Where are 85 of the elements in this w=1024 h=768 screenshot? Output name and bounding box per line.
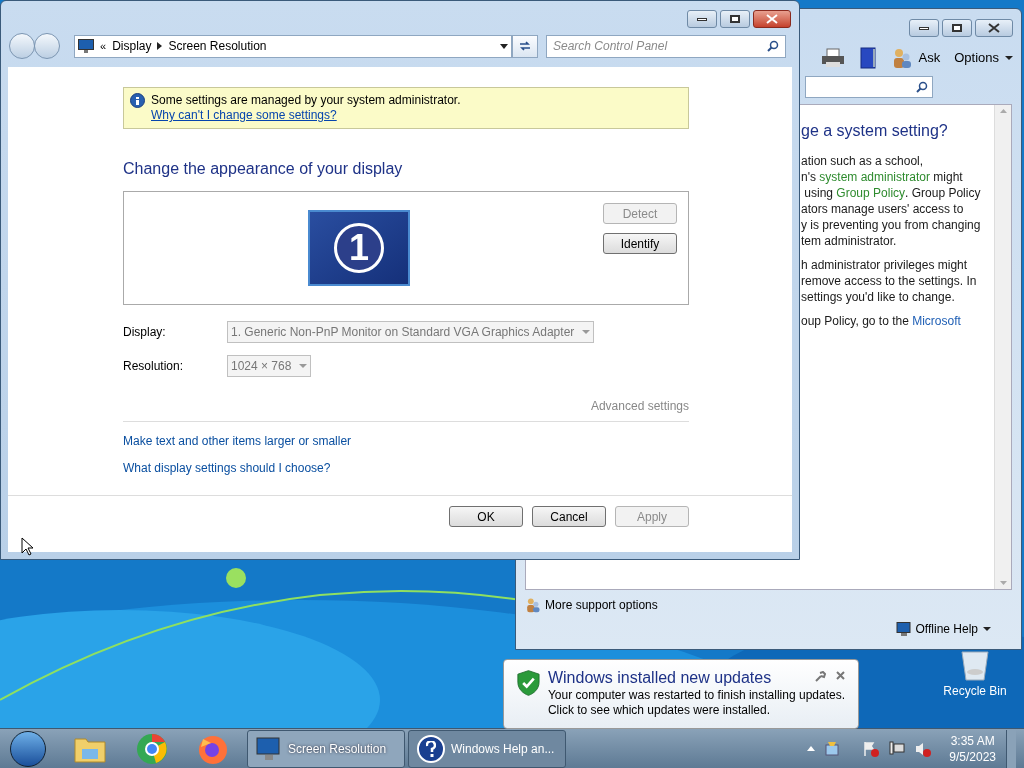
- close-icon[interactable]: [836, 671, 845, 680]
- desktop-icon-label[interactable]: Recycle Bin: [943, 682, 1007, 700]
- help-text: . Group Policy: [905, 185, 981, 201]
- caret-icon[interactable]: [500, 43, 508, 49]
- show-desktop-button[interactable]: [1006, 729, 1016, 768]
- caret-icon: [582, 330, 591, 334]
- help-search-field[interactable]: [805, 76, 933, 98]
- printer-icon[interactable]: [820, 48, 845, 68]
- ok-button[interactable]: OK: [449, 506, 523, 527]
- help-text: h administrator privileges might: [801, 257, 968, 273]
- network-icon[interactable]: [889, 740, 906, 757]
- help-link[interactable]: Microsoft: [912, 313, 961, 329]
- breadcrumb-overflow[interactable]: «: [100, 37, 107, 55]
- caret-icon: [1005, 56, 1013, 60]
- notification-text: Click to see which updates were installed.: [547, 703, 772, 718]
- settings-link[interactable]: Make text and other items larger or smaller: [123, 432, 352, 450]
- support-link[interactable]: More support options: [545, 596, 658, 614]
- maximize-button[interactable]: [720, 10, 750, 28]
- show-hidden-icons[interactable]: [807, 746, 816, 751]
- minimize-button[interactable]: [687, 10, 717, 28]
- refresh-button[interactable]: [512, 34, 538, 58]
- update-icon[interactable]: [825, 741, 840, 756]
- advanced-settings-link[interactable]: Advanced settings: [590, 397, 689, 415]
- wrench-icon[interactable]: [815, 671, 826, 682]
- shield-icon: [517, 668, 540, 698]
- notification-text: Your computer was restarted to finish installing updates.: [547, 688, 845, 703]
- forward-button[interactable]: [34, 33, 60, 59]
- book-icon[interactable]: [858, 47, 877, 69]
- breadcrumb-item[interactable]: Screen Resolution: [168, 37, 267, 55]
- info-icon: [130, 93, 145, 108]
- field-label: Display:: [123, 324, 167, 341]
- help-text: might: [932, 169, 963, 185]
- section-heading: Change the appearance of your display: [123, 159, 404, 179]
- offline-help-menu[interactable]: Offline Help: [915, 620, 978, 638]
- help-link[interactable]: Why can't I change some settings?: [151, 108, 461, 123]
- help-text: y is preventing you from changing: [801, 217, 981, 233]
- search-icon: [767, 40, 779, 52]
- cancel-button[interactable]: Cancel: [532, 506, 606, 527]
- browser-icon[interactable]: [136, 732, 168, 765]
- minimize-button[interactable]: [909, 19, 939, 37]
- help-text: ation such as a school,: [801, 153, 924, 169]
- notification-balloon[interactable]: Windows installed new updates Your computer was restarted to finish installing updates. Click to see which updates were installed.: [503, 659, 859, 729]
- help-heading: ge a system setting?: [801, 123, 949, 139]
- search-icon: [916, 81, 928, 93]
- options-button[interactable]: Options: [954, 48, 999, 68]
- clock-date[interactable]: 9/5/2023: [949, 748, 996, 765]
- breadcrumb-item[interactable]: Display: [112, 37, 152, 55]
- maximize-button[interactable]: [942, 19, 972, 37]
- help-text: settings you'd like to change.: [801, 289, 955, 305]
- address-bar[interactable]: « Display Screen Resolution: [74, 34, 512, 58]
- close-button[interactable]: [975, 19, 1013, 37]
- help-text: tem administrator.: [801, 233, 897, 249]
- help-icon: [417, 734, 445, 763]
- monitor-icon: [256, 736, 282, 761]
- caret-icon: [299, 364, 308, 368]
- taskbar-button[interactable]: Windows Help an...: [408, 729, 566, 768]
- monitor-icon: [78, 39, 94, 53]
- notification-title: Windows installed new updates: [547, 668, 772, 688]
- refresh-icon: [518, 40, 532, 52]
- search-field[interactable]: Search Control Panel: [546, 34, 786, 58]
- field-label: Resolution:: [123, 358, 185, 375]
- monitor-icon: [894, 622, 911, 636]
- help-text: remove access to the settings. In: [801, 273, 977, 289]
- chevron-right-icon: [157, 42, 163, 50]
- help-text: ators manage users' access to: [801, 201, 964, 217]
- mute-icon[interactable]: [915, 740, 932, 757]
- start-button[interactable]: [10, 730, 46, 767]
- people-icon: [525, 597, 541, 613]
- notice-text: Some settings are managed by your system administrator.: [151, 93, 461, 108]
- close-icon: [988, 23, 1000, 33]
- caret-icon: [983, 627, 991, 631]
- back-button[interactable]: [9, 33, 35, 59]
- help-link[interactable]: system administrator: [819, 169, 930, 185]
- identify-button[interactable]: Identify: [603, 233, 677, 254]
- help-text: oup Policy, go to the: [801, 313, 910, 329]
- flag-error-icon[interactable]: [863, 740, 880, 757]
- close-icon: [766, 14, 778, 24]
- help-text: using: [803, 185, 835, 201]
- help-text: n's: [801, 169, 817, 185]
- ask-button[interactable]: Ask: [918, 48, 941, 68]
- monitor-number: 1: [334, 223, 384, 273]
- help-link[interactable]: Group Policy: [836, 185, 906, 201]
- monitor-tile[interactable]: 1: [308, 210, 410, 286]
- settings-link[interactable]: What display settings should I choose?: [123, 459, 331, 477]
- close-button[interactable]: [753, 10, 791, 28]
